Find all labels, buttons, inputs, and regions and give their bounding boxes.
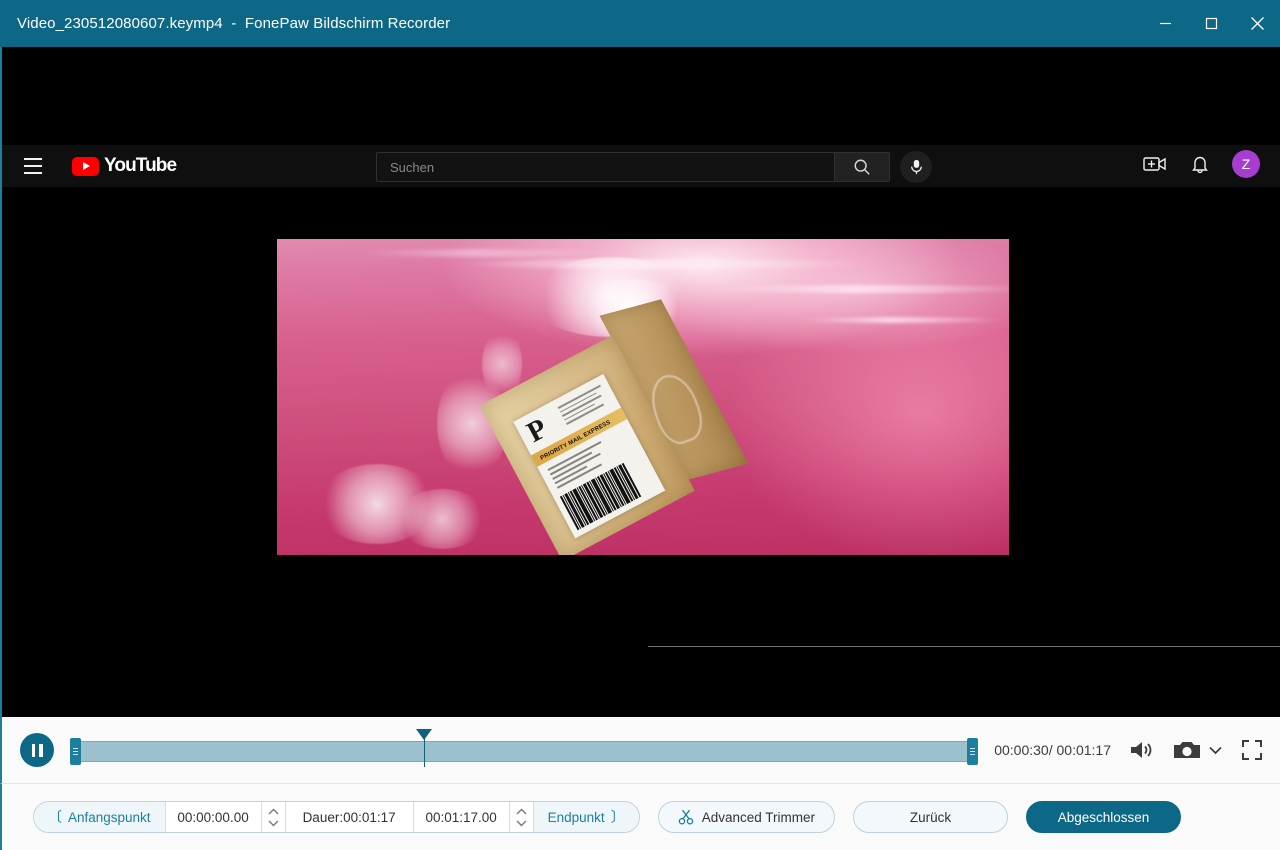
fullscreen-icon[interactable] [1241, 739, 1263, 761]
start-time-stepper[interactable] [261, 802, 286, 832]
search-input[interactable]: Suchen [376, 152, 834, 182]
scissors-icon [678, 809, 693, 825]
youtube-search-group: Suchen [376, 151, 932, 183]
advanced-trimmer-button[interactable]: Advanced Trimmer [657, 801, 835, 833]
youtube-wordmark: YouTube [104, 155, 177, 176]
end-bracket-icon: 〕 [610, 809, 625, 825]
close-button[interactable] [1234, 0, 1280, 47]
create-video-icon[interactable] [1142, 151, 1168, 177]
back-button[interactable]: Zurück [852, 801, 1008, 833]
advanced-trimmer-label: Advanced Trimmer [701, 809, 815, 825]
chevron-down-icon [268, 820, 279, 826]
microphone-icon [910, 159, 922, 175]
youtube-logo[interactable]: YouTube [72, 155, 177, 177]
end-point-button[interactable]: Endpunkt 〕 [533, 802, 639, 832]
camera-icon[interactable] [1173, 739, 1201, 761]
bell-icon[interactable] [1187, 151, 1213, 177]
start-time-input[interactable]: 00:00:00.00 [165, 802, 262, 832]
duration-label: Dauer:00:01:17 [285, 802, 414, 832]
playhead-marker[interactable] [416, 729, 433, 767]
fonepaw-recorder-window: Video_230512080607.keymp4 - FonePaw Bild… [0, 0, 1280, 850]
window-controls [1142, 0, 1280, 47]
search-button[interactable] [834, 152, 890, 182]
end-time-stepper[interactable] [509, 802, 534, 832]
time-display: 00:00:30/ 00:01:17 [994, 742, 1111, 758]
trim-selection-range[interactable] [70, 741, 979, 762]
window-title: Video_230512080607.keymp4 - FonePaw Bild… [17, 15, 451, 32]
player-control-bar: 00:00:30/ 00:01:17 [0, 717, 1280, 783]
volume-icon[interactable] [1129, 739, 1155, 761]
start-point-label: Anfangspunkt [68, 809, 151, 825]
pause-button[interactable] [20, 733, 54, 767]
done-button[interactable]: Abgeschlossen [1025, 801, 1181, 833]
hamburger-icon[interactable] [21, 154, 45, 178]
search-icon [854, 159, 870, 175]
youtube-play-icon [72, 156, 99, 176]
start-point-button[interactable]: 〔 Anfangspunkt [34, 802, 166, 832]
trim-fields-group: 〔 Anfangspunkt 00:00:00.00 Dauer:00:01:1… [33, 801, 640, 833]
end-time-input[interactable]: 00:01:17.00 [413, 802, 510, 832]
title-bar: Video_230512080607.keymp4 - FonePaw Bild… [0, 0, 1280, 47]
chevron-down-icon[interactable] [1208, 744, 1223, 756]
chevron-up-icon [268, 808, 279, 814]
trim-action-bar: 〔 Anfangspunkt 00:00:00.00 Dauer:00:01:1… [0, 783, 1280, 850]
trim-start-handle[interactable] [70, 738, 81, 765]
end-point-label: Endpunkt [547, 809, 605, 825]
youtube-header-bar: YouTube Suchen Z [2, 145, 1280, 187]
label-logo-letter: P [521, 412, 553, 449]
search-placeholder: Suchen [390, 159, 435, 175]
video-frame: P PRIORITY MAIL EXPRESS [277, 239, 1009, 555]
chevron-down-icon [516, 820, 527, 826]
chevron-up-icon [516, 808, 527, 814]
video-preview-stage[interactable]: YouTube Suchen Z P PRIORITY MAIL EXPRESS [0, 47, 1280, 717]
start-bracket-icon: 〔 [48, 809, 62, 825]
trim-end-handle[interactable] [967, 738, 979, 765]
avatar[interactable]: Z [1232, 150, 1260, 178]
voice-search-button[interactable] [900, 151, 932, 183]
seek-bar[interactable] [70, 729, 979, 767]
divider-line [648, 646, 1280, 647]
youtube-account-group: Z [1142, 150, 1260, 178]
maximize-button[interactable] [1188, 0, 1234, 47]
minimize-button[interactable] [1142, 0, 1188, 47]
